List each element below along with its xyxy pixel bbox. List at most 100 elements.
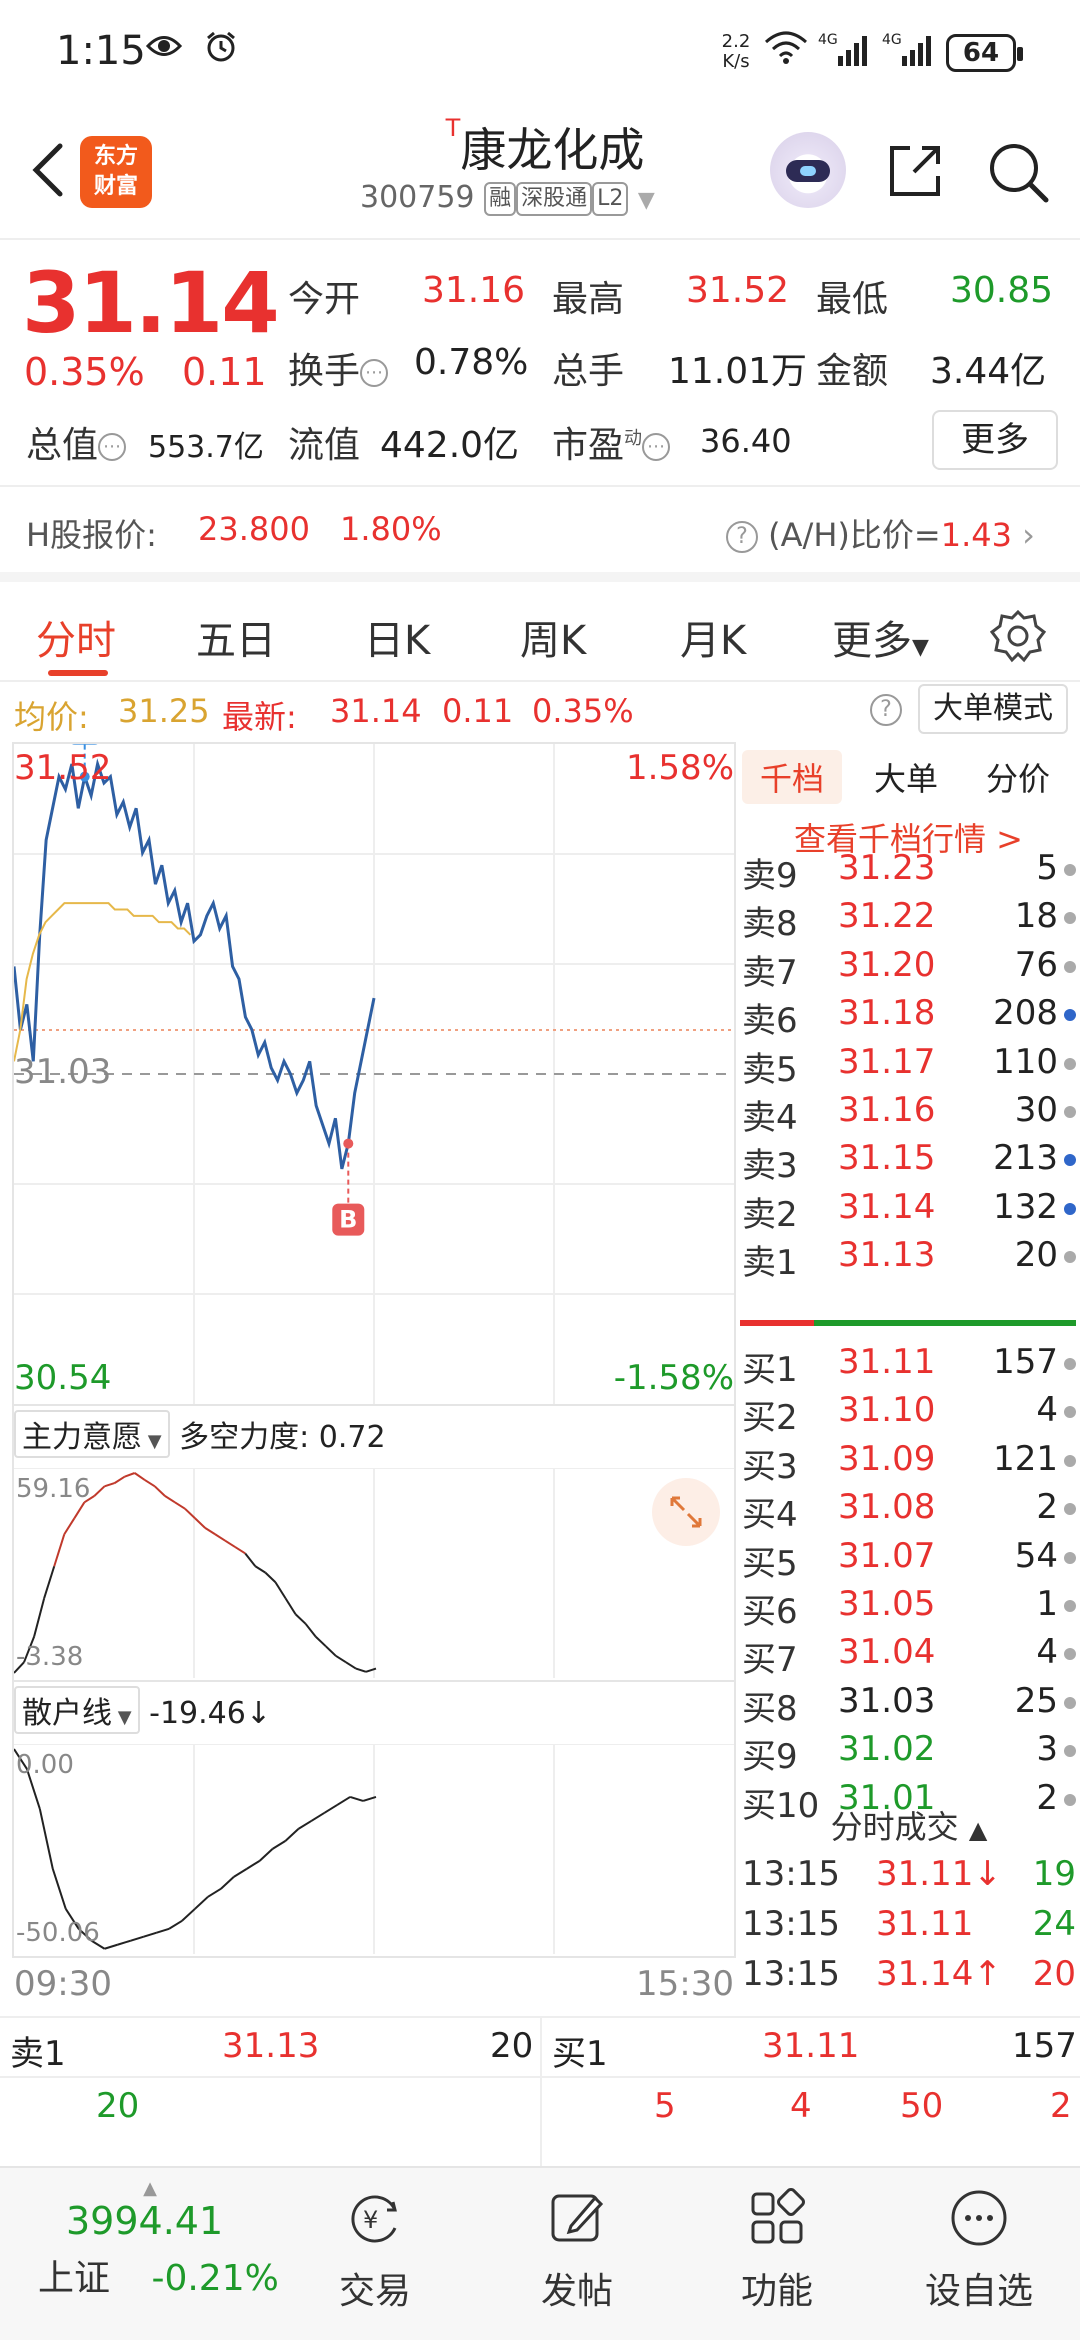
tab-more[interactable]: 更多▼ (832, 608, 929, 666)
ask-row[interactable]: 卖3 31.15 213 (738, 1138, 1080, 1186)
search-icon[interactable] (986, 140, 1050, 204)
order-dot-icon (1064, 1009, 1076, 1022)
order-dot-icon (1064, 1106, 1076, 1118)
tab-depth[interactable]: 千档 (742, 750, 843, 804)
back-arrow-icon[interactable] (26, 140, 76, 200)
ask-row[interactable]: 卖5 31.17 110 (738, 1042, 1080, 1090)
retail-line-segment (155, 1927, 170, 1934)
intraday-chart[interactable]: SB 31.52 1.58% 31.03 30.54 -1.58% (12, 742, 736, 1406)
order-dot-icon (1064, 1251, 1076, 1264)
ask-row[interactable]: 卖6 31.18 208 (738, 993, 1080, 1041)
open-label: 今开 (288, 279, 361, 320)
main-force-chart[interactable]: 主力意愿 ▼ 多空力度: 0.72 59.16 -3.38 (12, 1406, 736, 1682)
ask-row[interactable]: 卖1 31.13 20 (738, 1235, 1080, 1283)
nav-trade[interactable]: ¥ 交易 (300, 2188, 450, 2314)
stock-name[interactable]: T康龙化成 (380, 114, 710, 180)
sub1-ymax: 59.16 (16, 1474, 91, 1504)
gear-icon[interactable] (989, 608, 1047, 664)
bid-level-label: 买3 (742, 1446, 798, 1487)
retail-line-segment (168, 1919, 183, 1930)
bid-level-label: 买5 (742, 1543, 798, 1584)
bid-level-label: 买7 (742, 1640, 798, 1681)
bid-row[interactable]: 买5 31.07 54 (738, 1536, 1080, 1584)
retail-line-segment (258, 1848, 274, 1862)
ask-row[interactable]: 卖9 31.23 5 (738, 848, 1080, 896)
bid-level-label: 买2 (742, 1398, 798, 1439)
bid-row[interactable]: 买6 31.05 1 (738, 1584, 1080, 1632)
main-force-line-segment (154, 1485, 166, 1497)
sub1-header: 主力意愿 ▼ 多空力度: 0.72 (14, 1410, 386, 1458)
triangle-up-icon: ▲ (968, 1816, 988, 1844)
bid-ask-strip: 卖1 31.13 20 买1 31.11 157 20 5 4 50 2 (0, 2016, 1080, 2168)
avg-label: 均价: (14, 698, 89, 736)
current-price: 31.14 (22, 254, 280, 352)
index-value: 3994.41 (66, 2199, 224, 2243)
retail-selector[interactable]: 散户线 ▼ (14, 1686, 140, 1734)
main-force-line-segment (345, 1661, 357, 1670)
h-share-pct: 1.80% (340, 510, 442, 548)
bid-row[interactable]: 买2 31.10 4 (738, 1390, 1080, 1438)
bid-row[interactable]: 买3 31.09 121 (738, 1439, 1080, 1487)
retail-line-segment (297, 1820, 312, 1830)
ask-price: 31.14 (838, 1186, 936, 1227)
main-force-line-segment (63, 1517, 76, 1535)
ask-row[interactable]: 卖4 31.16 30 (738, 1090, 1080, 1138)
bid-level-label: 买6 (742, 1592, 798, 1632)
retail-line-chart[interactable]: 散户线 ▼ -19.46↓ 0.00 -50.06 (12, 1682, 736, 1958)
main-force-line-segment (355, 1667, 367, 1673)
main-force-line-segment (33, 1597, 46, 1637)
index-name: 上证 (38, 2258, 111, 2299)
more-button[interactable]: 更多 (932, 410, 1058, 470)
tab-daily-k[interactable]: 日K (364, 608, 430, 666)
retail-line-segment (51, 1868, 67, 1910)
retail-line-segment (142, 1931, 157, 1938)
quote-panel: 31.14 0.35% 0.11 今开 31.16 最高 31.52 最低 30… (0, 240, 1080, 570)
main-force-line-segment (73, 1501, 86, 1519)
tab-weekly-k[interactable]: 周K (520, 608, 586, 666)
tab-big-order[interactable]: 大单 (874, 754, 938, 800)
ah-ratio[interactable]: ? (A/H)比价=1.43 › (726, 510, 1035, 556)
amount-label: 金额 (816, 351, 889, 392)
bid-row[interactable]: 买9 31.02 3 (738, 1729, 1080, 1777)
ask-level-label: 卖4 (742, 1098, 798, 1138)
sub1-ymin: -3.38 (16, 1642, 84, 1672)
y-top-label: 31.52 (14, 748, 112, 788)
bid-row[interactable]: 买8 31.03 25 (738, 1681, 1080, 1729)
retail-line-segment (130, 1935, 144, 1942)
ask-price: 31.23 (838, 848, 936, 888)
tab-five-day[interactable]: 五日 (196, 608, 276, 666)
intraday-info-row: 均价: 31.25 最新: 31.14 0.11 0.35% ? 大单模式 (0, 684, 1080, 740)
bid-level-label: 买4 (742, 1495, 798, 1536)
bid-price: 31.02 (838, 1729, 936, 1770)
bid-row[interactable]: 买4 31.08 2 (738, 1487, 1080, 1535)
big-order-mode-button[interactable]: 大单模式 (918, 684, 1068, 734)
ask-level-label: 卖3 (742, 1146, 798, 1187)
book-divider (740, 1320, 1076, 1326)
nav-functions[interactable]: 功能 (702, 2188, 852, 2314)
retail-line-segment (323, 1804, 338, 1814)
retail-line-segment (246, 1860, 261, 1870)
main-force-line-segment (194, 1517, 206, 1529)
order-dot-icon (1064, 912, 1076, 925)
tick-trades-header[interactable]: 分时成交 ▲ (738, 1802, 1080, 1848)
nav-watchlist[interactable]: 设自选 (904, 2188, 1054, 2314)
ask-row[interactable]: 卖8 31.22 18 (738, 896, 1080, 944)
nav-post[interactable]: 发帖 (502, 2188, 652, 2314)
index-ticker[interactable]: ▲ 3994.41 上证 -0.21% (20, 2178, 280, 2301)
more-dots-icon (949, 2188, 1009, 2248)
bid-row[interactable]: 买1 31.11 157 (738, 1342, 1080, 1390)
tab-monthly-k[interactable]: 月K (680, 608, 746, 666)
ai-assistant-icon[interactable] (770, 132, 846, 208)
tab-price-dist[interactable]: 分价 (986, 754, 1050, 800)
ask-row[interactable]: 卖7 31.20 76 (738, 945, 1080, 993)
ask-row[interactable]: 卖2 31.14 132 (738, 1187, 1080, 1235)
bid-row[interactable]: 买7 31.04 4 (738, 1632, 1080, 1680)
ask-price: 31.18 (838, 993, 936, 1034)
help-icon[interactable]: ? (870, 694, 902, 726)
main-force-selector[interactable]: 主力意愿 ▼ (14, 1410, 170, 1458)
order-dot-icon (1064, 1745, 1076, 1758)
stock-code-row[interactable]: 300759 融深股通 L2 ▼ (360, 180, 730, 216)
share-icon[interactable] (884, 140, 946, 202)
tab-intraday[interactable]: 分时 (36, 608, 116, 666)
expand-icon[interactable] (652, 1478, 720, 1546)
